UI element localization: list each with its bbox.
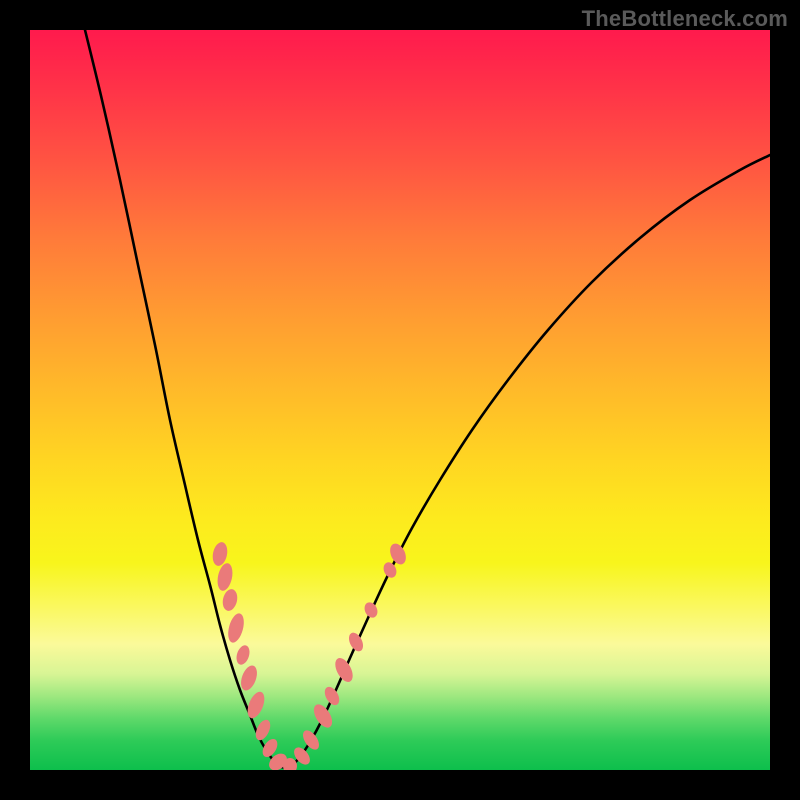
data-marker [283, 758, 298, 770]
data-marker [215, 562, 235, 592]
data-marker [225, 612, 246, 645]
data-marker [211, 541, 230, 567]
data-marker [387, 541, 409, 567]
data-marker [238, 663, 260, 692]
plot-area [30, 30, 770, 770]
data-marker [362, 600, 380, 620]
data-marker [260, 736, 281, 759]
chart-root: TheBottleneck.com [0, 0, 800, 800]
watermark-text: TheBottleneck.com [582, 6, 788, 32]
data-marker [300, 728, 322, 753]
curve-right-branch [285, 155, 770, 768]
curve-svg [30, 30, 770, 770]
curve-left-branch [85, 30, 285, 768]
data-marker [221, 588, 240, 613]
data-marker [291, 744, 313, 767]
data-marker [346, 630, 366, 653]
data-marker [234, 644, 252, 667]
data-marker [244, 689, 267, 720]
data-marker [266, 750, 290, 770]
data-marker [322, 684, 342, 707]
data-marker [332, 655, 357, 685]
data-marker [381, 560, 399, 580]
data-marker [253, 717, 273, 742]
data-marker [310, 701, 336, 730]
